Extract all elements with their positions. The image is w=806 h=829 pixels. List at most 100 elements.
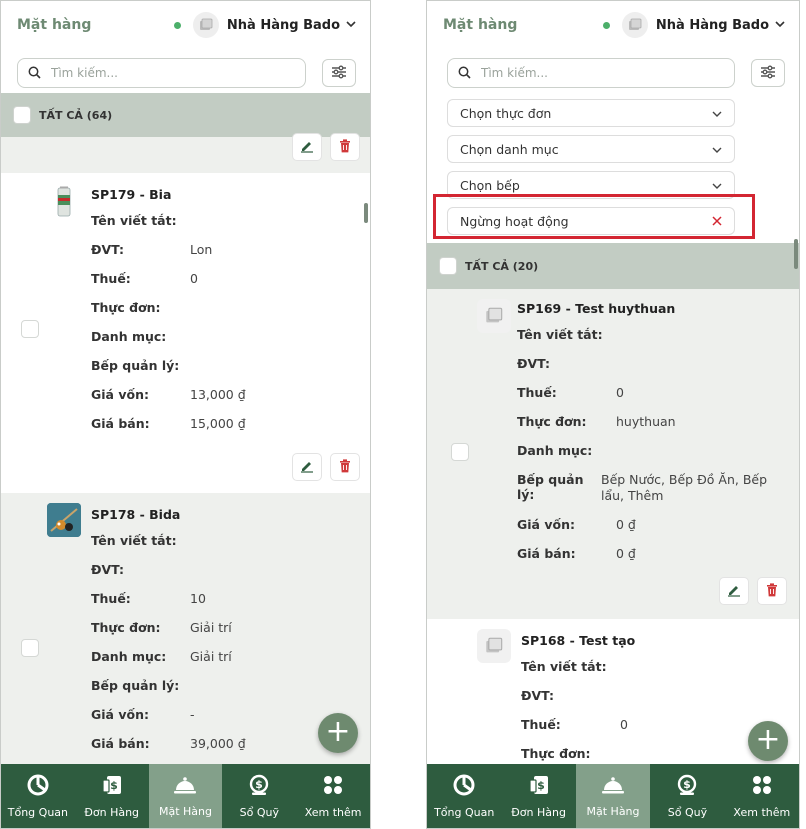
list-item[interactable]: SP179 - Bia Tên viết tắt: ĐVT: Lon Thuế: 0… (1, 173, 370, 493)
select-all-checkbox[interactable] (13, 106, 31, 124)
grid-icon (751, 774, 773, 800)
nav-tab-items[interactable]: Mặt Hàng (148, 764, 223, 828)
select-all-bar[interactable]: TẤT CẢ (20) (427, 243, 799, 289)
chevron-down-icon[interactable] (775, 20, 785, 31)
trash-icon (339, 458, 351, 477)
store-name[interactable]: Nhà Hàng Bado (656, 18, 769, 33)
filter-button[interactable] (751, 59, 785, 87)
cost-value: - (190, 707, 195, 722)
list-item[interactable]: SP169 - Test huythuan Tên viết tắt: ĐVT:… (427, 289, 799, 619)
scrollbar-thumb[interactable] (794, 239, 798, 269)
image-placeholder-icon (477, 299, 511, 333)
pencil-icon (727, 582, 741, 601)
search-box[interactable] (447, 58, 735, 88)
sliders-icon (331, 64, 347, 83)
tax-value: 10 (190, 591, 206, 606)
search-box[interactable] (17, 58, 306, 88)
item-checkbox[interactable] (21, 639, 39, 657)
unit-value: Lon (190, 242, 213, 257)
order-icon: $ (528, 774, 550, 800)
delete-button[interactable] (330, 133, 360, 161)
store-name[interactable]: Nhà Hàng Bado (227, 18, 340, 33)
short-name-label: Tên viết tắt: (91, 213, 177, 228)
select-all-label: TẤT CẢ (64) (39, 108, 113, 122)
select-all-checkbox[interactable] (439, 257, 457, 275)
item-code[interactable]: SP169 - Test huythuan (517, 297, 799, 321)
category-label: Danh mục: (91, 649, 167, 664)
price-value: 15,000 ₫ (190, 416, 246, 431)
kitchen-value: Bếp Nước, Bếp Đồ Ăn, Bếp lẩu, Thêm (601, 472, 768, 503)
image-placeholder-icon (477, 629, 511, 663)
nav-label: Mặt Hàng (586, 804, 640, 818)
price-label: Giá bán: (91, 736, 150, 751)
nav-tab-orders[interactable]: $ Đơn Hàng (501, 764, 575, 828)
add-item-button[interactable]: + (318, 713, 358, 753)
grid-icon (322, 774, 344, 800)
menu-select-value: Chọn thực đơn (460, 105, 552, 121)
nav-label: Sổ Quỹ (239, 805, 279, 819)
search-input[interactable] (481, 66, 681, 80)
nav-tab-overview[interactable]: Tổng Quan (427, 764, 501, 828)
item-checkbox[interactable] (21, 320, 39, 338)
item-code[interactable]: SP179 - Bia (91, 183, 370, 207)
tax-label: Thuế: (91, 271, 131, 286)
dashboard-icon (453, 774, 475, 800)
tax-label: Thuế: (91, 591, 131, 606)
nav-tab-orders[interactable]: $ Đơn Hàng (75, 764, 149, 828)
short-name-label: Tên viết tắt: (521, 659, 607, 674)
short-name-label: Tên viết tắt: (91, 533, 177, 548)
delete-button[interactable] (757, 577, 787, 605)
bottom-nav: Tổng Quan $ Đơn Hàng Mặt Hàng $ Sổ Quỹ X… (427, 764, 799, 828)
online-status-dot (173, 21, 181, 29)
list-item-partial (1, 133, 370, 173)
chevron-down-icon (712, 106, 722, 121)
add-item-button[interactable]: + (748, 721, 788, 761)
svg-text:$: $ (537, 779, 545, 792)
item-checkbox[interactable] (451, 443, 469, 461)
category-label: Danh mục: (517, 443, 593, 458)
nav-tab-items[interactable]: Mặt Hàng (575, 764, 651, 828)
nav-tab-more[interactable]: Xem thêm (296, 764, 370, 828)
cloche-icon (173, 775, 197, 799)
nav-tab-overview[interactable]: Tổng Quan (1, 764, 75, 828)
menu-label: Thực đơn: (517, 414, 587, 429)
list-item[interactable]: SP178 - Bida Tên viết tắt: ĐVT: Thuế: 10 … (1, 493, 370, 793)
category-select[interactable]: Chọn danh mục (447, 135, 735, 163)
trash-icon (766, 582, 778, 601)
delete-button[interactable] (330, 453, 360, 481)
nav-label: Sổ Quỹ (667, 805, 708, 819)
menu-label: Thực đơn: (91, 620, 161, 635)
item-code[interactable]: SP178 - Bida (91, 503, 370, 527)
nav-tab-cashbook[interactable]: $ Sổ Quỹ (650, 764, 724, 828)
right-screen: Mặt hàng Nhà Hàng Bado Chọn thực đơn Chọ… (426, 0, 800, 829)
money-bag-icon: $ (248, 774, 270, 800)
list-item[interactable]: SP168 - Test tạo Tên viết tắt: ĐVT: Thuế… (427, 619, 799, 777)
chevron-down-icon[interactable] (346, 20, 356, 31)
filter-button[interactable] (322, 59, 356, 87)
menu-select[interactable]: Chọn thực đơn (447, 99, 735, 127)
nav-tab-more[interactable]: Xem thêm (725, 764, 799, 828)
nav-label: Tổng Quan (434, 805, 495, 819)
edit-button[interactable] (292, 453, 322, 481)
select-all-bar[interactable]: TẤT CẢ (64) (1, 93, 370, 137)
tax-label: Thuế: (521, 717, 561, 732)
item-code[interactable]: SP168 - Test tạo (521, 629, 799, 653)
edit-button[interactable] (719, 577, 749, 605)
menu-label: Thực đơn: (91, 300, 161, 315)
nav-label: Tổng Quan (7, 805, 69, 819)
store-image-icon[interactable] (621, 12, 648, 38)
beer-can-thumbnail (47, 185, 81, 219)
tax-label: Thuế: (517, 385, 557, 400)
kitchen-label: Bếp quản lý: (91, 678, 180, 693)
nav-tab-cashbook[interactable]: $ Sổ Quỹ (222, 764, 296, 828)
kitchen-label: Bếp quản lý: (517, 472, 584, 502)
item-actions (1, 439, 370, 485)
search-input[interactable] (51, 66, 251, 80)
trash-icon (339, 138, 351, 157)
edit-button[interactable] (292, 133, 322, 161)
scrollbar-thumb[interactable] (364, 203, 368, 223)
dashboard-icon (27, 774, 49, 800)
store-image-icon[interactable] (192, 12, 219, 38)
search-row (1, 49, 370, 95)
category-filter-row: Chọn danh mục (427, 131, 799, 167)
